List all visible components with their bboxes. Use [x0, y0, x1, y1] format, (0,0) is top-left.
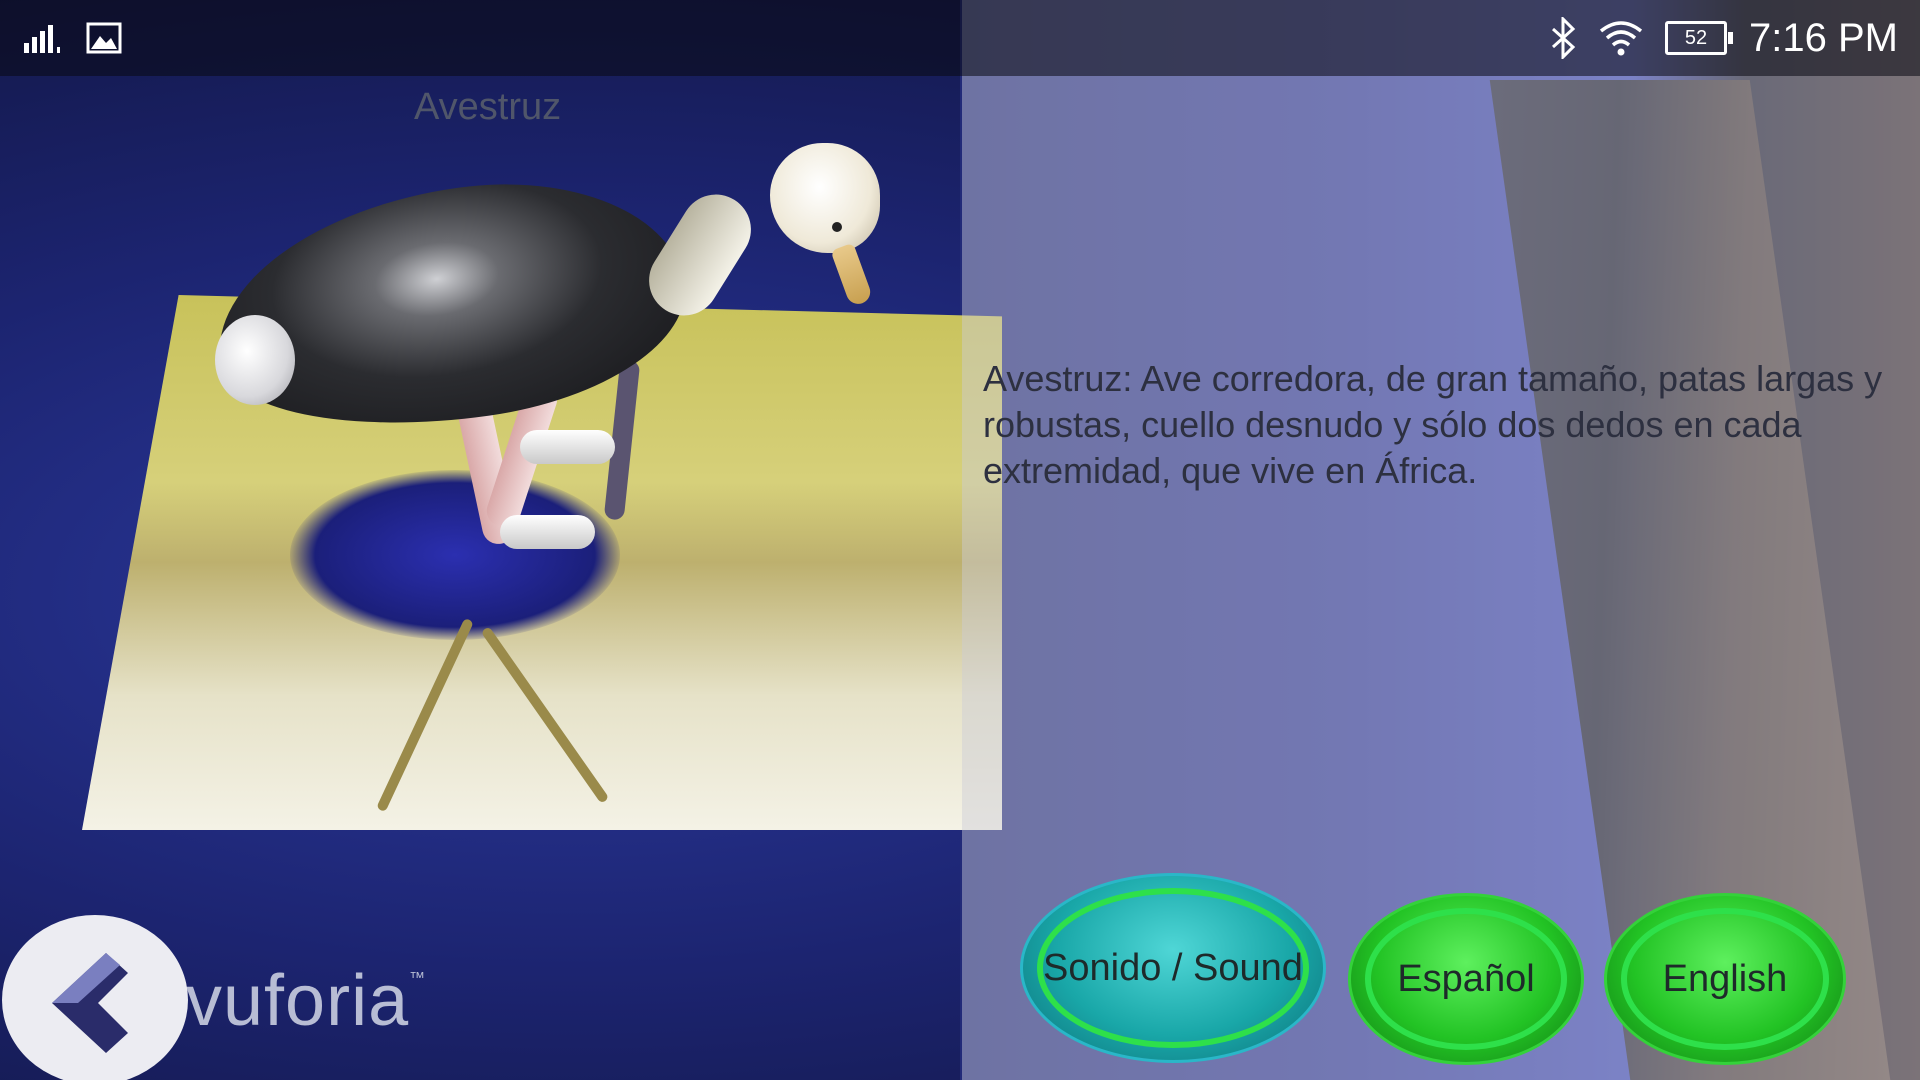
- ar-app-screen: Avestruz vuforia™ Avestruz: Ave corredor…: [0, 0, 1920, 1080]
- battery-level: 52: [1684, 27, 1708, 49]
- status-bar: 52 7:16 PM: [0, 0, 1920, 76]
- status-clock: 7:16 PM: [1749, 15, 1898, 60]
- ostrich-foot: [520, 430, 615, 464]
- status-bar-left: [24, 22, 122, 54]
- vuforia-trademark: ™: [409, 970, 427, 987]
- english-button-label: English: [1662, 957, 1788, 1000]
- spanish-button-label: Español: [1397, 957, 1535, 1000]
- ostrich-head: [770, 143, 880, 253]
- bluetooth-icon: [1552, 17, 1576, 59]
- target-ostrich-body: [290, 470, 620, 640]
- signal-icon: [24, 25, 60, 53]
- status-bar-right: 52 7:16 PM: [1549, 12, 1898, 64]
- ostrich-eye: [832, 222, 842, 232]
- vuforia-watermark-text: vuforia: [186, 961, 410, 1041]
- animal-description: Avestruz: Ave corredora, de gran tamaño,…: [983, 358, 1883, 491]
- vuforia-watermark: vuforia™: [186, 960, 426, 1042]
- battery-icon: 52: [1665, 21, 1734, 55]
- back-button[interactable]: [2, 915, 188, 1080]
- english-button[interactable]: English: [1604, 893, 1846, 1065]
- sound-button[interactable]: Sonido / Sound: [1020, 873, 1326, 1063]
- ostrich-foot: [500, 515, 595, 549]
- spanish-button[interactable]: Español: [1348, 893, 1584, 1065]
- wifi-icon: [1599, 21, 1643, 56]
- model-title: Avestruz: [414, 86, 562, 128]
- image-notification-icon: [86, 22, 122, 54]
- ostrich-tail: [215, 315, 295, 405]
- chevron-left-icon: [52, 953, 128, 1053]
- sound-button-label: Sonido / Sound: [1043, 946, 1303, 989]
